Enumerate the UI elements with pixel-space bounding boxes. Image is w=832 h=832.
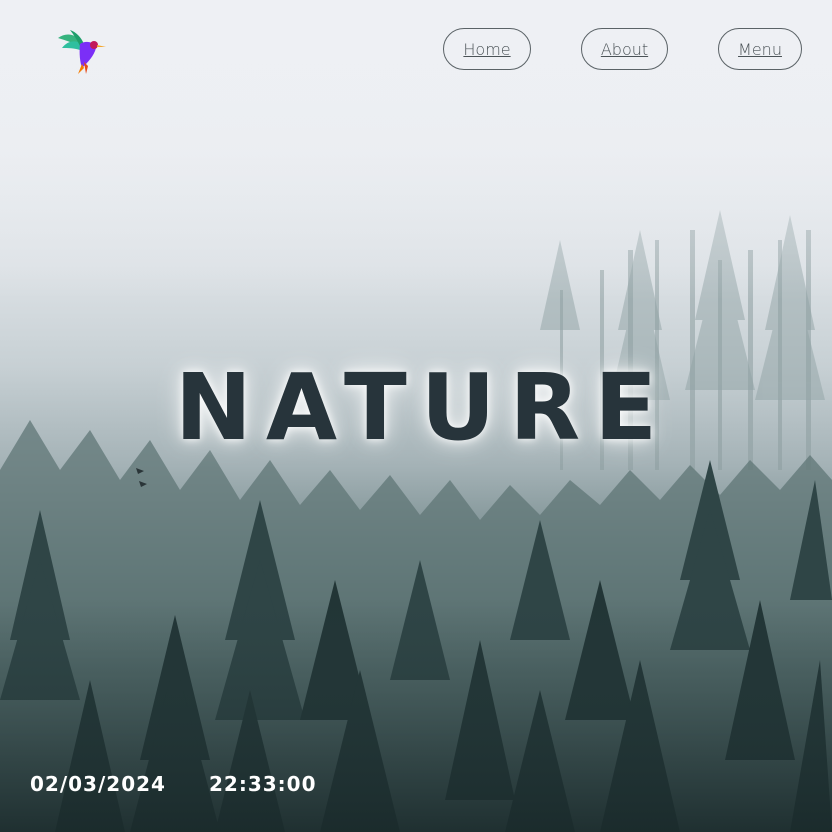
nav-about-button[interactable]: About [581,28,668,70]
hummingbird-logo-icon[interactable] [54,24,108,78]
hero-title: NATURE [174,354,672,461]
nav-home-button[interactable]: Home [443,28,531,70]
footer-time: 22:33:00 [209,772,317,796]
nav-menu-button[interactable]: Menu [718,28,802,70]
footer-date: 02/03/2024 [30,772,166,796]
